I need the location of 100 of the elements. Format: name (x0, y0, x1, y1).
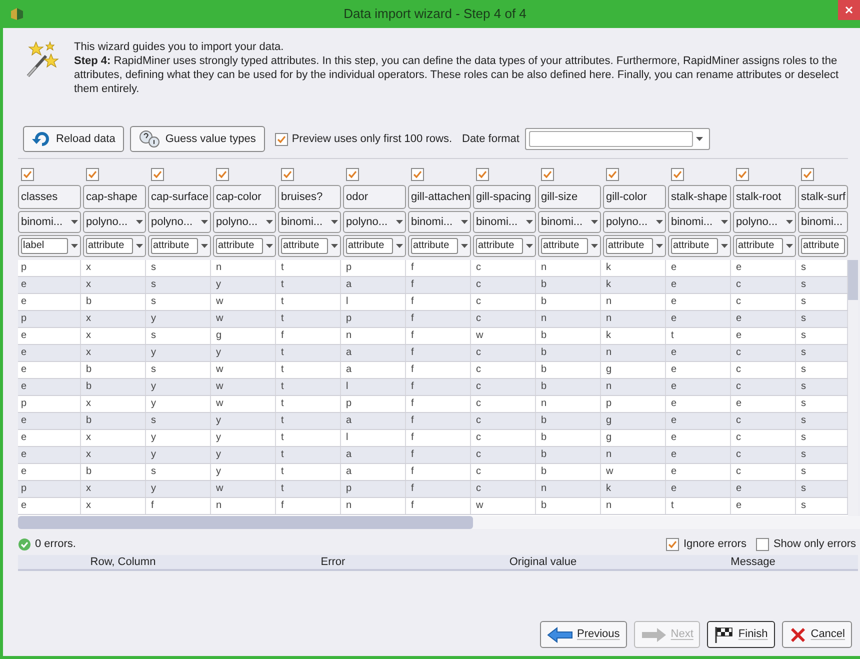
column-checkbox[interactable] (216, 168, 229, 180)
column-name-field[interactable]: gill-spacing (473, 185, 536, 209)
table-cell: e (668, 277, 731, 293)
table-cell: t (278, 311, 341, 327)
table-cell: b (538, 277, 601, 293)
table-cell: n (603, 294, 666, 310)
table-cell: g (213, 328, 276, 344)
value-type-dropdown[interactable]: binomi... (538, 211, 601, 233)
column-checkbox[interactable] (21, 168, 34, 180)
table-cell: e (18, 362, 81, 378)
table-cell: e (668, 464, 731, 480)
column-name-field[interactable]: cap-shape (83, 185, 146, 209)
column-name-field[interactable]: stalk-shape (668, 185, 731, 209)
role-dropdown[interactable]: attribute (83, 235, 146, 257)
role-dropdown[interactable]: attribute (148, 235, 211, 257)
show-only-errors-checkbox[interactable] (756, 538, 770, 550)
column-checkbox[interactable] (476, 168, 489, 180)
column-checkbox[interactable] (346, 168, 359, 180)
value-type-dropdown[interactable]: polyno... (148, 211, 211, 233)
horizontal-scrollbar[interactable] (18, 516, 860, 529)
column-name-field[interactable]: cap-color (213, 185, 276, 209)
table-cell: c (473, 379, 536, 395)
column-name-field[interactable]: stalk-surf (798, 185, 848, 209)
value-type-dropdown[interactable]: binomi... (408, 211, 471, 233)
table-cell: k (603, 328, 666, 344)
caret-icon (71, 244, 78, 248)
table-cell: x (83, 277, 146, 293)
caret-icon (786, 244, 793, 248)
reload-data-button[interactable]: Reload data (23, 126, 124, 152)
column-checkbox[interactable] (541, 168, 554, 180)
table-cell: w (213, 481, 276, 497)
value-type-dropdown[interactable]: binomi... (798, 211, 848, 233)
finish-button[interactable]: Finish (707, 621, 775, 648)
right-arrow-icon (640, 626, 667, 642)
value-type-dropdown[interactable]: polyno... (343, 211, 406, 233)
table-cell: y (148, 379, 211, 395)
role-dropdown[interactable]: attribute (278, 235, 341, 257)
preview-checkbox[interactable] (274, 132, 288, 146)
value-type-dropdown[interactable]: polyno... (83, 211, 146, 233)
table-cell: s (148, 328, 211, 344)
table-cell: b (83, 362, 146, 378)
column-checkbox[interactable] (736, 168, 749, 180)
role-dropdown[interactable]: attribute (733, 235, 796, 257)
table-cell: p (18, 311, 81, 327)
column-checkbox[interactable] (86, 168, 99, 180)
column-checkbox[interactable] (671, 168, 684, 180)
value-type-dropdown[interactable]: binomi... (668, 211, 731, 233)
show-only-errors-label: Show only errors (773, 536, 856, 552)
table-cell: s (148, 294, 211, 310)
role-dropdown[interactable]: attribute (798, 235, 848, 257)
table-cell: n (538, 396, 601, 412)
date-format-field[interactable] (525, 128, 710, 150)
column-checkbox[interactable] (606, 168, 619, 180)
column-name-field[interactable]: cap-surface (148, 185, 211, 209)
role-dropdown[interactable]: attribute (473, 235, 536, 257)
table-cell: c (473, 345, 536, 361)
column-checkbox[interactable] (151, 168, 164, 180)
table-cell: s (148, 362, 211, 378)
date-format-label: Date format (462, 132, 520, 147)
value-type-dropdown[interactable]: polyno... (213, 211, 276, 233)
table-cell: x (83, 345, 146, 361)
column-name-field[interactable]: stalk-root (733, 185, 796, 209)
role-dropdown[interactable]: label (18, 235, 81, 257)
role-dropdown[interactable]: attribute (603, 235, 666, 257)
guess-value-types-button[interactable]: Guess value types (130, 126, 265, 152)
value-type-dropdown[interactable]: binomi... (18, 211, 81, 233)
value-type-dropdown[interactable]: binomi... (278, 211, 341, 233)
column-name-field[interactable]: classes (18, 185, 81, 209)
role-dropdown[interactable]: attribute (408, 235, 471, 257)
table-cell: x (83, 498, 146, 514)
role-dropdown[interactable]: attribute (668, 235, 731, 257)
table-cell: a (343, 345, 406, 361)
column-header: Error (320, 555, 346, 569)
role-dropdown[interactable]: attribute (538, 235, 601, 257)
column-name-field[interactable]: gill-size (538, 185, 601, 209)
table-cell: f (408, 362, 471, 378)
table-cell: c (733, 464, 796, 480)
role-dropdown[interactable]: attribute (343, 235, 406, 257)
value-type-dropdown[interactable]: polyno... (733, 211, 796, 233)
table-cell: c (733, 294, 796, 310)
cancel-button[interactable]: Cancel (782, 621, 852, 648)
close-button[interactable] (838, 0, 860, 20)
table-cell: a (343, 362, 406, 378)
table-cell: l (343, 430, 406, 446)
column-name-field[interactable]: bruises? (278, 185, 341, 209)
table-cell: p (18, 481, 81, 497)
table-cell: b (538, 345, 601, 361)
column-checkbox[interactable] (801, 168, 814, 180)
column-checkbox[interactable] (281, 168, 294, 180)
value-type-dropdown[interactable]: binomi... (473, 211, 536, 233)
column-name-field[interactable]: gill-color (603, 185, 666, 209)
column-checkbox[interactable] (411, 168, 424, 180)
previous-button[interactable]: Previous (540, 621, 627, 648)
column-name-field[interactable]: odor (343, 185, 406, 209)
value-type-dropdown[interactable]: polyno... (603, 211, 666, 233)
table-cell: t (278, 464, 341, 480)
table-cell: c (473, 260, 536, 276)
role-dropdown[interactable]: attribute (213, 235, 276, 257)
column-name-field[interactable]: gill-attachen (408, 185, 471, 209)
ignore-errors-checkbox[interactable] (666, 538, 680, 550)
